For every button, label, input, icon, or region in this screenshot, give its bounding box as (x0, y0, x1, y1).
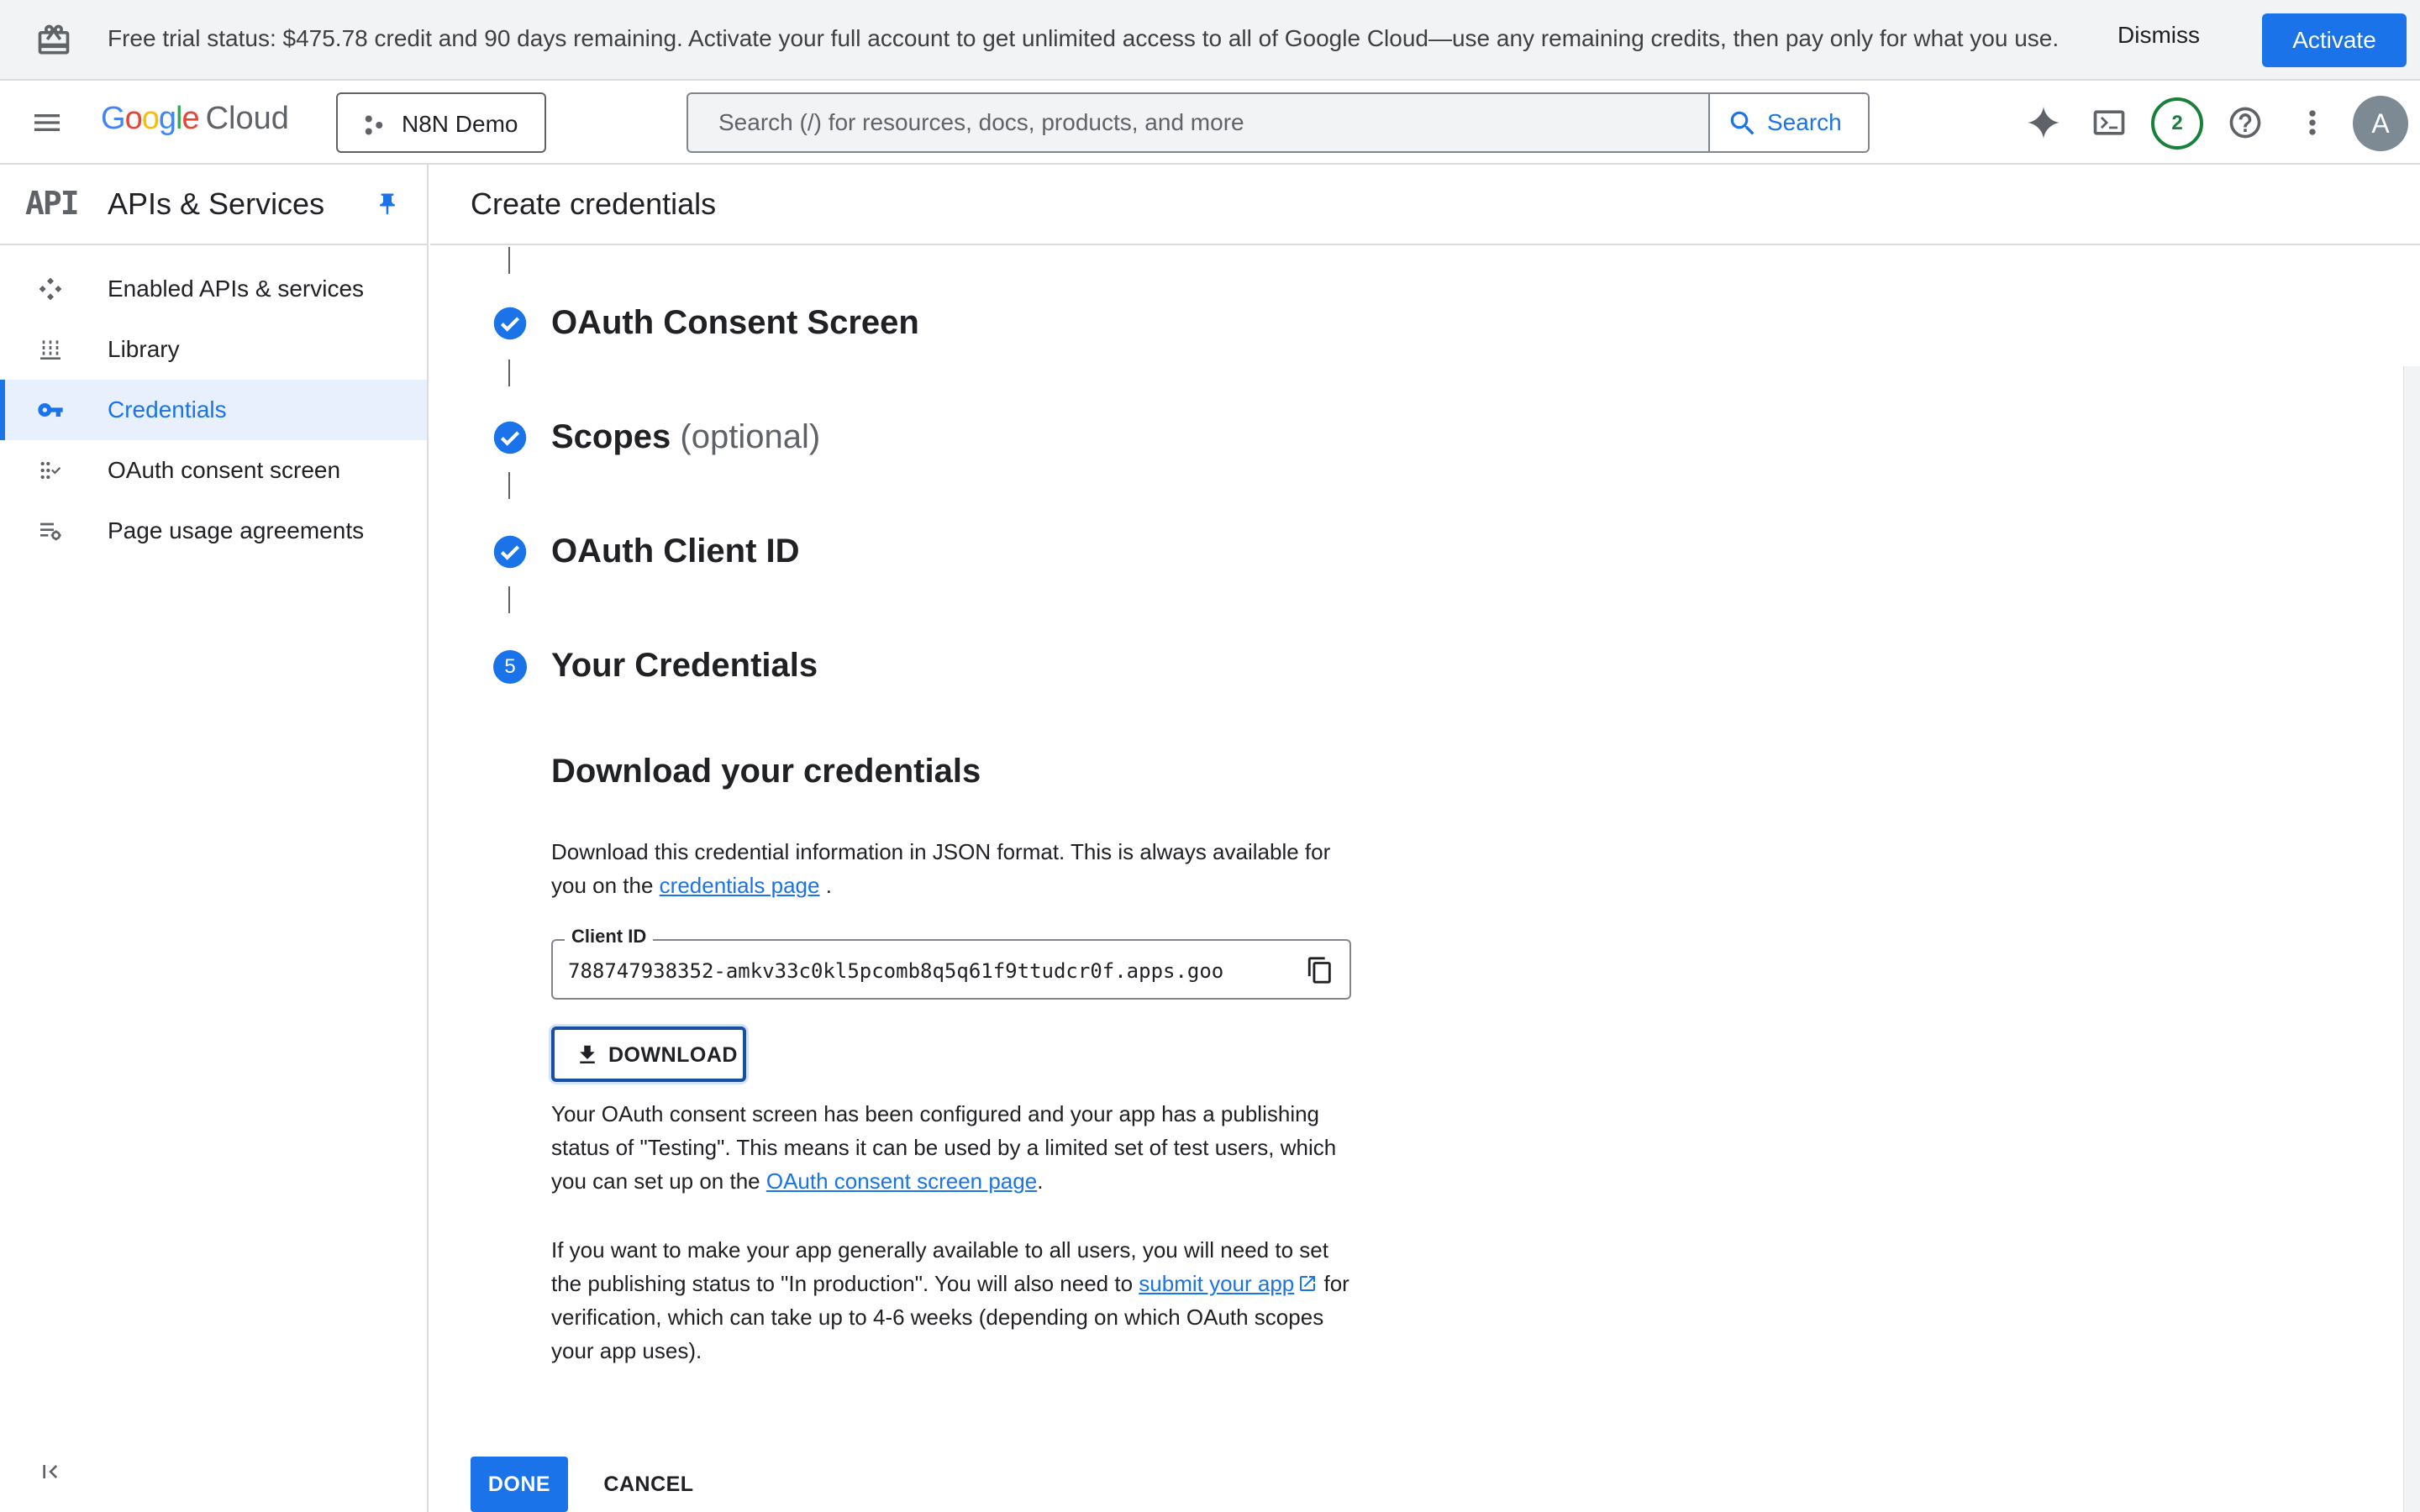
client-id-field: Client ID 788747938352-amkv33c0kl5pcomb8… (551, 926, 1351, 1000)
gemini-sparkle-icon[interactable] (2025, 104, 2062, 141)
dismiss-button[interactable]: Dismiss (2118, 22, 2200, 49)
free-trial-banner: Free trial status: $475.78 credit and 90… (0, 0, 2420, 81)
search-button-label: Search (1767, 109, 1842, 135)
step-scopes[interactable]: Scopes (optional) (551, 418, 820, 456)
more-vert-icon[interactable] (2294, 104, 2331, 141)
open-in-new-icon[interactable] (1297, 1273, 1318, 1294)
production-status-text: If you want to make your app generally a… (551, 1233, 1358, 1368)
notifications-badge[interactable]: 2 (2151, 97, 2203, 150)
key-icon (38, 403, 63, 417)
credentials-page-link[interactable]: credentials page (660, 873, 820, 898)
enabled-apis-icon (39, 277, 62, 301)
download-icon (580, 1045, 595, 1063)
oauth-consent-screen-page-link[interactable]: OAuth consent screen page (766, 1168, 1037, 1194)
step-oauth-consent-screen[interactable]: OAuth Consent Screen (551, 304, 919, 342)
sidebar-item-label: Credentials (108, 396, 227, 423)
sidebar-item-enabled-apis[interactable]: Enabled APIs & services (0, 259, 427, 319)
project-icon (365, 115, 383, 135)
check-circle-icon (493, 307, 527, 340)
api-logo-icon: API (25, 185, 80, 222)
sidebar-item-label: Enabled APIs & services (108, 276, 365, 302)
step-scopes-label: Scopes (551, 418, 671, 455)
step-oauth-client-id[interactable]: OAuth Client ID (551, 533, 800, 570)
check-circle-icon (493, 535, 527, 569)
sidebar-item-credentials[interactable]: Credentials (0, 380, 427, 440)
logo-google-text: Google (101, 101, 200, 136)
scrollbar[interactable] (2403, 366, 2420, 1512)
project-picker-button[interactable]: N8N Demo (336, 92, 546, 153)
library-icon (40, 340, 60, 360)
download-button-label: DOWNLOAD (608, 1043, 738, 1067)
gift-icon (38, 24, 70, 55)
menu-icon[interactable] (30, 106, 64, 139)
step-optional-label: (optional) (680, 418, 821, 455)
page-usage-icon (40, 522, 61, 541)
download-section-title: Download your credentials (551, 753, 981, 790)
done-button[interactable]: DONE (471, 1457, 568, 1512)
sidebar-item-label: OAuth consent screen (108, 457, 341, 483)
client-id-label: Client ID (565, 926, 654, 948)
check-circle-icon (493, 421, 527, 454)
banner-text: Free trial status: $475.78 credit and 90… (108, 25, 2060, 51)
testing-status-text: Your OAuth consent screen has been confi… (551, 1097, 1358, 1198)
intro-end: . (825, 873, 832, 898)
copy-icon[interactable] (1306, 956, 1334, 984)
client-id-value[interactable]: 788747938352-amkv33c0kl5pcomb8q5q61f9ttu… (568, 959, 1265, 983)
sidebar: API APIs & Services Enabled APIs & servi… (0, 165, 429, 1512)
google-cloud-logo[interactable]: Google Cloud (101, 101, 289, 144)
testing-end: . (1037, 1168, 1044, 1194)
step-your-credentials[interactable]: Your Credentials (551, 647, 818, 685)
stepper-connector (508, 586, 510, 613)
page-header: Create credentials (430, 165, 2420, 245)
sidebar-item-oauth-consent[interactable]: OAuth consent screen (0, 440, 427, 501)
oauth-consent-icon (40, 461, 61, 480)
download-button[interactable]: DOWNLOAD (551, 1026, 746, 1082)
logo-cloud-text: Cloud (205, 101, 289, 136)
sidebar-title: APIs & Services (108, 186, 325, 221)
cloud-shell-icon[interactable] (2091, 104, 2128, 141)
sidebar-header: API APIs & Services (0, 165, 427, 245)
sidebar-item-page-usage[interactable]: Page usage agreements (0, 501, 427, 561)
search-button[interactable]: Search (1708, 94, 1868, 151)
search-input[interactable] (688, 94, 1708, 151)
collapse-sidebar-icon[interactable] (39, 1458, 66, 1485)
stepper-connector (508, 472, 510, 499)
search-icon (1730, 111, 1754, 135)
help-icon[interactable] (2227, 104, 2264, 141)
activate-button[interactable]: Activate (2262, 13, 2407, 67)
page-title: Create credentials (471, 186, 717, 221)
sidebar-item-label: Page usage agreements (108, 517, 365, 543)
project-name: N8N Demo (402, 111, 518, 137)
sidebar-item-label: Library (108, 336, 180, 362)
sidebar-item-library[interactable]: Library (0, 319, 427, 380)
stepper-connector (508, 247, 510, 274)
pin-icon[interactable] (375, 190, 400, 218)
top-header: Google Cloud N8N Demo Search 2 A (0, 81, 2420, 165)
account-avatar[interactable]: A (2353, 96, 2408, 151)
cancel-button[interactable]: CANCEL (592, 1457, 706, 1512)
download-intro-text: Download this credential information in … (551, 835, 1358, 902)
search-bar: Search (687, 92, 1870, 153)
step-number-badge: 5 (493, 650, 527, 684)
stepper-connector (508, 360, 510, 386)
submit-your-app-link[interactable]: submit your app (1139, 1271, 1294, 1296)
